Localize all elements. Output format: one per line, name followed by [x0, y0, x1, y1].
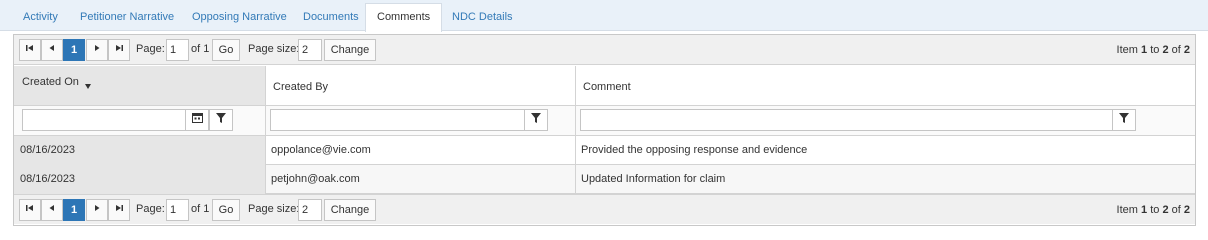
page-label: Page:: [136, 203, 165, 215]
current-page-button[interactable]: 1: [63, 39, 85, 61]
last-page-icon[interactable]: [108, 39, 130, 61]
tab-petitioner-narrative[interactable]: Petitioner Narrative: [68, 3, 186, 31]
column-divider: [265, 66, 266, 194]
cell-comment: Provided the opposing response and evide…: [581, 144, 808, 156]
page-size-input[interactable]: 2: [298, 199, 322, 221]
page-of-label: of 1: [191, 43, 210, 55]
page-input[interactable]: 1: [166, 39, 189, 61]
column-divider: [575, 66, 576, 194]
page-size-label: Page size:: [248, 203, 300, 215]
pager-top: 1 Page: 1 of 1 Go Page size: 2 Change It…: [14, 35, 1195, 65]
current-page-button[interactable]: 1: [63, 199, 85, 221]
item-count: Item 1 to 2 of 2: [1116, 44, 1190, 56]
page-of-label: of 1: [191, 203, 210, 215]
created-by-filter-input[interactable]: [270, 109, 525, 131]
cell-created-on: 08/16/2023: [14, 136, 265, 165]
cell-created-by: petjohn@oak.com: [271, 173, 360, 185]
filter-icon[interactable]: [524, 109, 548, 131]
tab-bar: Activity Petitioner Narrative Opposing N…: [0, 0, 1208, 32]
pager-bottom: 1 Page: 1 of 1 Go Page size: 2 Change It…: [14, 194, 1195, 224]
table-row[interactable]: 08/16/2023 petjohn@oak.com Updated Infor…: [14, 165, 1195, 194]
filter-icon[interactable]: [209, 109, 233, 131]
last-page-icon[interactable]: [108, 199, 130, 221]
sort-desc-icon: [85, 84, 91, 89]
change-button[interactable]: Change: [324, 39, 376, 61]
tab-ndc-details[interactable]: NDC Details: [440, 3, 525, 31]
change-button[interactable]: Change: [324, 199, 376, 221]
tab-comments[interactable]: Comments: [365, 3, 443, 32]
filter-icon[interactable]: [1112, 109, 1136, 131]
column-header-created-on[interactable]: Created On: [14, 66, 265, 106]
comment-filter-input[interactable]: [580, 109, 1113, 131]
table-row[interactable]: 08/16/2023 oppolance@vie.com Provided th…: [14, 136, 1195, 165]
prev-page-icon[interactable]: [41, 39, 63, 61]
page-size-label: Page size:: [248, 43, 300, 55]
column-header-created-by[interactable]: Created By: [265, 66, 575, 106]
first-page-icon[interactable]: [19, 39, 41, 61]
prev-page-icon[interactable]: [41, 199, 63, 221]
next-page-icon[interactable]: [86, 199, 108, 221]
next-page-icon[interactable]: [86, 39, 108, 61]
tab-opposing-narrative[interactable]: Opposing Narrative: [180, 3, 299, 31]
tab-documents[interactable]: Documents: [291, 3, 371, 31]
created-on-filter-input[interactable]: [22, 109, 186, 131]
item-count: Item 1 to 2 of 2: [1116, 204, 1190, 216]
first-page-icon[interactable]: [19, 199, 41, 221]
tab-activity[interactable]: Activity: [11, 3, 70, 31]
cell-comment: Updated Information for claim: [581, 173, 726, 185]
go-button[interactable]: Go: [212, 199, 240, 221]
column-header-comment[interactable]: Comment: [575, 66, 1195, 106]
page-size-input[interactable]: 2: [298, 39, 322, 61]
page-label: Page:: [136, 43, 165, 55]
calendar-icon[interactable]: [185, 109, 209, 131]
cell-created-by: oppolance@vie.com: [271, 144, 371, 156]
go-button[interactable]: Go: [212, 39, 240, 61]
filter-row: [14, 106, 1195, 136]
page-input[interactable]: 1: [166, 199, 189, 221]
cell-created-on: 08/16/2023: [14, 165, 265, 194]
comments-grid: 1 Page: 1 of 1 Go Page size: 2 Change It…: [13, 34, 1196, 226]
